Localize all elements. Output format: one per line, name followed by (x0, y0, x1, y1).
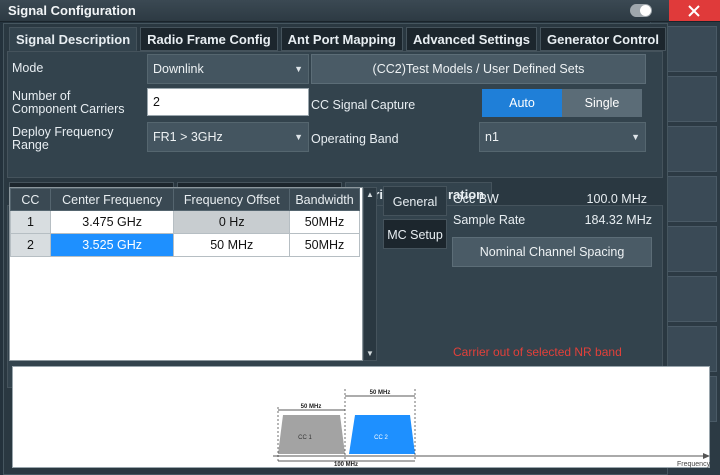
window-title: Signal Configuration (8, 3, 136, 18)
axis-arrow-icon (703, 453, 710, 459)
table-scrollbar[interactable]: ▲ ▼ (363, 187, 377, 361)
dropdown-arrow-icon: ▼ (294, 132, 303, 142)
cc-signal-capture-label: CC Signal Capture (311, 98, 416, 112)
top-tab-bar: Signal Description Radio Frame Config An… (9, 27, 669, 51)
deploy-frequency-dropdown[interactable]: FR1 > 3GHz ▼ (147, 122, 309, 152)
mode-value: Downlink (153, 62, 204, 76)
table-row: 1 3.475 GHz 0 Hz 50MHz (10, 210, 360, 234)
bandwidth-cell[interactable]: 50MHz (289, 210, 360, 234)
test-models-button[interactable]: (CC2)Test Models / User Defined Sets (311, 54, 646, 84)
total-span-label: 100 MHz (334, 462, 358, 468)
operating-band-value: n1 (485, 130, 499, 144)
tab-advanced-settings[interactable]: Advanced Settings (405, 27, 538, 51)
watermark-text: 知乎 @漂亮的小花 (538, 434, 697, 454)
scroll-down-icon[interactable]: ▼ (366, 349, 374, 358)
num-component-carriers-label: Number of Component Carriers (12, 89, 125, 116)
column-header-bandwidth: Bandwidth (289, 188, 360, 211)
center-frequency-cell[interactable]: 3.525 GHz (49, 233, 175, 257)
column-header-center-frequency: Center Frequency (49, 188, 175, 211)
column-header-frequency-offset: Frequency Offset (173, 188, 291, 211)
occ-bw-label: Occ BW (453, 192, 499, 206)
nominal-channel-spacing-button[interactable]: Nominal Channel Spacing (452, 237, 652, 267)
cc-signal-capture-toggle: Auto Single (482, 89, 642, 117)
capture-auto-option[interactable]: Auto (482, 89, 562, 117)
frequency-offset-cell: 0 Hz (173, 210, 291, 234)
signal-description-panel: Mode Downlink ▼ (CC2)Test Models / User … (7, 51, 663, 178)
table-row: 2 3.525 GHz 50 MHz 50MHz (10, 233, 360, 257)
tab-mc-setup[interactable]: MC Setup (383, 219, 447, 249)
cc-cell: 1 (10, 210, 51, 234)
capture-single-option[interactable]: Single (562, 89, 642, 117)
bandwidth-cell[interactable]: 50MHz (289, 233, 360, 257)
num-component-carriers-input[interactable]: 2 (147, 88, 309, 116)
deploy-frequency-value: FR1 > 3GHz (153, 130, 223, 144)
carrier-table: CC Center Frequency Frequency Offset Ban… (9, 187, 363, 361)
tab-ant-port-mapping[interactable]: Ant Port Mapping (280, 27, 403, 51)
dropdown-arrow-icon: ▼ (294, 64, 303, 74)
operating-band-dropdown[interactable]: n1 ▼ (479, 122, 646, 152)
span1-label: 50 MHz (301, 404, 322, 410)
column-header-cc: CC (10, 188, 51, 211)
title-bar: Signal Configuration (0, 0, 720, 22)
close-icon (688, 5, 700, 17)
span2-label: 50 MHz (370, 390, 391, 396)
frequency-axis-label: Frequency (677, 461, 711, 468)
tab-signal-description[interactable]: Signal Description (9, 27, 138, 51)
tab-generator-control[interactable]: Generator Control (540, 27, 666, 51)
tab-radio-frame-config[interactable]: Radio Frame Config (140, 27, 278, 51)
scroll-up-icon[interactable]: ▲ (366, 190, 374, 199)
sample-rate-label: Sample Rate (453, 213, 526, 227)
cc2-label: CC 2 (374, 435, 388, 441)
dropdown-arrow-icon: ▼ (631, 132, 640, 142)
sample-rate-value: 184.32 MHz (584, 213, 652, 227)
cc-cell: 2 (10, 233, 51, 257)
center-frequency-cell[interactable]: 3.475 GHz (49, 210, 175, 234)
table-header-row: CC Center Frequency Frequency Offset Ban… (10, 188, 360, 211)
frequency-offset-cell[interactable]: 50 MHz (173, 233, 291, 257)
cc1-label: CC 1 (298, 435, 312, 441)
occ-bw-value: 100.0 MHz (586, 192, 647, 206)
close-button[interactable] (669, 0, 720, 21)
background-warning-text: Carrier out of selected NR band (453, 345, 622, 359)
mode-label: Mode (12, 61, 44, 75)
operating-band-label: Operating Band (311, 132, 399, 146)
toggle-switch[interactable] (630, 4, 652, 17)
deploy-frequency-label: Deploy Frequency Range (12, 125, 114, 152)
mode-dropdown[interactable]: Downlink ▼ (147, 54, 309, 84)
tab-general[interactable]: General (383, 186, 447, 216)
